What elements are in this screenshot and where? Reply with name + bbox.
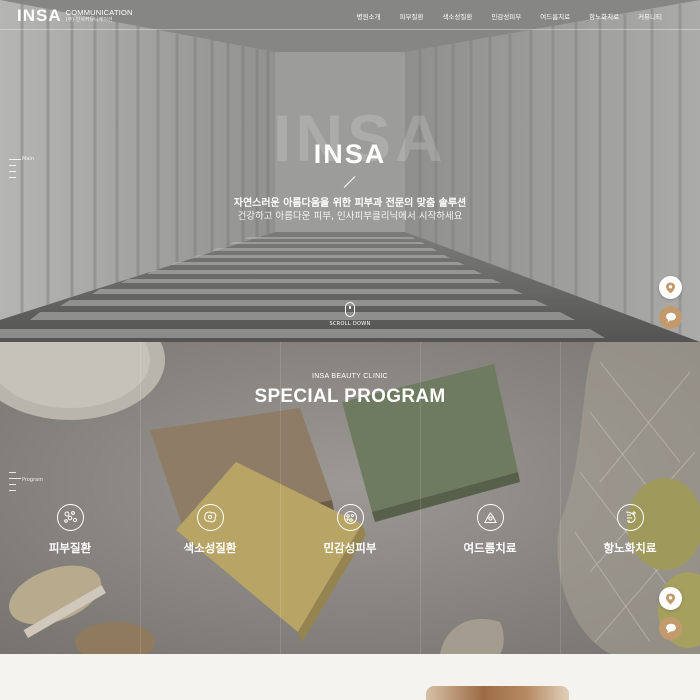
map-pin-icon	[666, 282, 675, 293]
program-section-indicator[interactable]: Program	[9, 472, 43, 496]
program-label: 색소성질환	[183, 541, 237, 555]
nav-item-skin-disease[interactable]: 피부질환	[400, 11, 424, 21]
indicator-lines	[9, 472, 21, 491]
pigment-icon	[196, 504, 224, 531]
hero-title: INSA	[313, 139, 387, 169]
nav-item-community[interactable]: 커뮤니티	[638, 11, 662, 21]
sensitive-skin-icon	[336, 504, 364, 531]
indicator-label: Main	[22, 156, 34, 162]
chat-button[interactable]	[659, 617, 682, 640]
program-item-pigment[interactable]: 색소성질환	[140, 504, 280, 556]
brand-logo[interactable]: INSA COMMUNICATION (주) 인사커뮤니케이션	[17, 6, 133, 24]
site-header: INSA COMMUNICATION (주) 인사커뮤니케이션 병원소개 피부질…	[0, 0, 700, 30]
special-program-section: Program INSA BEAUTY CLINIC SPECIAL PROGR…	[0, 342, 700, 654]
logo-sub-en: COMMUNICATION	[65, 8, 133, 17]
nav-item-about[interactable]: 병원소개	[357, 11, 381, 21]
skin-disease-icon	[56, 504, 84, 531]
main-nav: 병원소개 피부질환 색소성질환 민감성피부 여드름치료 항노화치료 커뮤니티	[338, 11, 662, 21]
scroll-mouse-icon[interactable]	[345, 302, 355, 317]
nav-item-anti-aging[interactable]: 항노화치료	[589, 11, 619, 21]
logo-sub-ko: (주) 인사커뮤니케이션	[65, 17, 113, 23]
hero-subtitle-secondary: 건강하고 아름다운 피부, 인사피부클리닉에서 시작하세요	[237, 211, 463, 222]
location-button[interactable]	[659, 276, 682, 299]
chat-bubble-icon	[665, 623, 676, 634]
program-label: 피부질환	[48, 541, 92, 555]
program-item-acne[interactable]: 여드름치료	[420, 504, 560, 556]
hero-section-indicator[interactable]: Main	[9, 156, 34, 183]
program-label: 항노화치료	[603, 541, 657, 555]
program-title: SPECIAL PROGRAM	[254, 386, 446, 407]
indicator-label: Program	[22, 477, 44, 483]
slash-divider-icon	[343, 176, 356, 188]
next-section	[0, 654, 700, 700]
program-label: 민감성피부	[323, 541, 377, 555]
nav-item-pigment[interactable]: 색소성질환	[442, 11, 472, 21]
nav-item-sensitive[interactable]: 민감성피부	[491, 11, 521, 21]
program-item-sensitive-skin[interactable]: 민감성피부	[280, 504, 420, 556]
acne-icon	[476, 504, 504, 531]
program-kicker: INSA BEAUTY CLINIC	[311, 373, 389, 380]
nav-item-acne[interactable]: 여드름치료	[540, 11, 570, 21]
program-label: 여드름치료	[463, 541, 517, 555]
logo-wordmark: INSA	[17, 6, 62, 25]
scroll-down-label[interactable]: SCROLL DOWN	[0, 321, 700, 327]
chat-button[interactable]	[659, 306, 682, 329]
chat-bubble-icon	[665, 312, 676, 323]
logo-subtitle: COMMUNICATION (주) 인사커뮤니케이션	[66, 9, 133, 24]
indicator-lines	[9, 159, 21, 178]
hero-section: INSA COMMUNICATION (주) 인사커뮤니케이션 병원소개 피부질…	[0, 0, 700, 342]
map-pin-icon	[666, 593, 675, 604]
program-item-skin-disease[interactable]: 피부질환	[0, 504, 140, 556]
section-preview-image	[426, 686, 569, 700]
anti-aging-icon	[616, 504, 644, 531]
program-item-anti-aging[interactable]: 항노화치료	[560, 504, 700, 556]
location-button[interactable]	[659, 587, 682, 610]
hero-subtitle-primary: 자연스러운 아름다움을 위한 피부과 전문의 맞춤 솔루션	[233, 198, 467, 209]
